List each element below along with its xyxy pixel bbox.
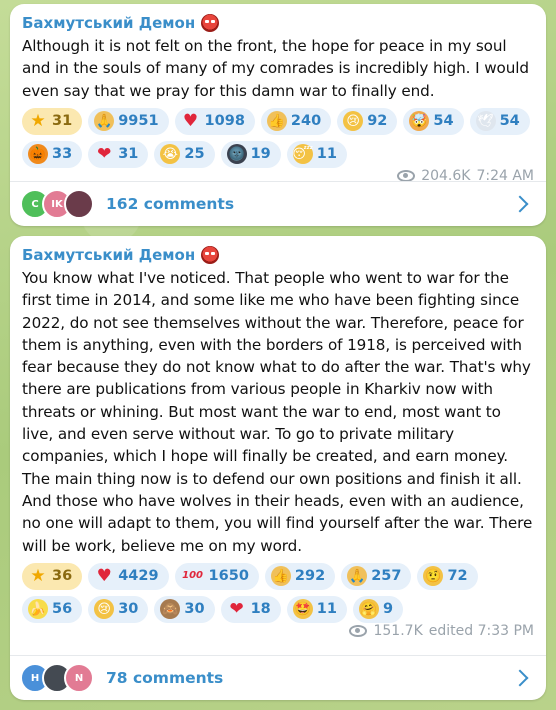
- reaction-chip[interactable]: ★ 36: [22, 562, 83, 590]
- reactions-bar: ★ 36 ♥ 4429 100 1650 👍 292 🙏 257 🤨 72 🍌 56 😢 30 🙈 30 ❤ 18 🤩 1…: [22, 562, 534, 623]
- post-text: Although it is not felt on the front, th…: [22, 37, 529, 100]
- exploding-head-icon: 🤯: [409, 111, 430, 132]
- reaction-chip[interactable]: 😭 25: [154, 140, 215, 168]
- thumbs-up-icon: 👍: [266, 111, 287, 132]
- red-heart-icon: ♥: [182, 110, 199, 131]
- reaction-count: 54: [433, 113, 454, 130]
- reaction-chip[interactable]: 🙏 257: [341, 562, 412, 590]
- channel-post: Бахмутський Демон Although it is not fel…: [10, 4, 546, 226]
- star-struck-icon: 🤩: [292, 599, 313, 620]
- commenter-avatars: C IK: [20, 189, 94, 219]
- loudly-crying-face-icon: 😭: [160, 144, 181, 165]
- reaction-chip[interactable]: ❤ 18: [220, 595, 281, 623]
- reaction-count: 1098: [204, 113, 245, 130]
- new-moon-face-icon: 🌚: [226, 144, 247, 165]
- chevron-right-icon[interactable]: [511, 669, 529, 687]
- reaction-chip[interactable]: 🍌 56: [22, 595, 83, 623]
- reaction-chip[interactable]: ❤ 31: [88, 140, 149, 168]
- reaction-chip[interactable]: 😢 30: [88, 595, 149, 623]
- reaction-count: 25: [184, 146, 205, 163]
- reaction-chip[interactable]: 🌚 19: [220, 140, 281, 168]
- thumbs-up-icon: 👍: [270, 566, 291, 587]
- reaction-chip[interactable]: 🙏 9951: [88, 107, 169, 135]
- reaction-chip[interactable]: 🤩 11: [286, 595, 347, 623]
- sleeping-face-icon: 😴: [292, 144, 313, 165]
- star-icon: ★: [30, 110, 46, 131]
- channel-post: Бахмутський Демон You know what I've not…: [10, 236, 546, 700]
- comments-button[interactable]: HN 78 comments: [10, 655, 546, 700]
- chevron-right-icon[interactable]: [511, 195, 529, 213]
- reaction-chip[interactable]: ★ 31: [22, 107, 83, 135]
- red-heart-icon: ♥: [96, 565, 112, 586]
- reaction-chip[interactable]: ♥ 4429: [88, 562, 169, 590]
- reaction-chip[interactable]: 😢 92: [337, 107, 398, 135]
- reaction-count: 4429: [118, 568, 159, 585]
- views-count: 151.7K: [373, 622, 423, 639]
- crying-face-icon: 😢: [94, 599, 115, 620]
- reaction-chip[interactable]: 👍 240: [260, 107, 332, 135]
- eye-icon: [349, 624, 368, 637]
- post-author[interactable]: Бахмутський Демон: [22, 244, 534, 266]
- folded-hands-icon: 🙏: [94, 111, 115, 132]
- star-icon: ★: [30, 565, 46, 586]
- reaction-chip[interactable]: 🙈 30: [154, 595, 215, 623]
- reaction-count: 240: [290, 113, 322, 130]
- crying-face-icon: 😢: [343, 111, 364, 132]
- reaction-count: 11: [316, 601, 337, 618]
- reaction-count: 11: [316, 146, 337, 163]
- reaction-chip[interactable]: 100 1650: [174, 562, 259, 590]
- reaction-count: 56: [52, 601, 73, 618]
- post-time: edited 7:33 PM: [428, 622, 534, 639]
- jack-o-lantern-icon: 🎃: [28, 144, 48, 165]
- reaction-chip[interactable]: 🤯 54: [403, 107, 464, 135]
- demon-mask-icon: [201, 14, 220, 32]
- reaction-chip[interactable]: 🤗 9: [352, 595, 404, 623]
- post-meta: 151.7K edited 7:33 PM: [349, 623, 534, 639]
- face-with-raised-eyebrow-icon: 🤨: [423, 566, 444, 587]
- reaction-count: 19: [250, 146, 271, 163]
- hugging-face-icon: 🤗: [358, 599, 379, 620]
- reaction-chip[interactable]: 👍 292: [264, 562, 336, 590]
- reaction-count: 36: [52, 568, 73, 585]
- reaction-count: 1650: [208, 568, 249, 585]
- reaction-count: 54: [499, 113, 520, 130]
- reaction-count: 30: [184, 601, 205, 618]
- reactions-bar: ★ 31 🙏 9951 ♥ 1098 👍 240 😢 92 🤯 54 🕊 54 🎃 33 ❤ 31 😭 25 🌚 19 😴 1…: [22, 107, 534, 168]
- see-no-evil-monkey-icon: 🙈: [160, 599, 181, 620]
- comments-button[interactable]: C IK 162 comments: [10, 181, 546, 226]
- avatar: N: [64, 663, 94, 693]
- reaction-count: 30: [118, 601, 139, 618]
- reaction-count: 257: [371, 568, 402, 585]
- comments-count[interactable]: 78 comments: [106, 669, 514, 687]
- heart-on-fire-icon: ❤: [229, 598, 244, 619]
- author-name[interactable]: Бахмутський Демон: [22, 246, 195, 264]
- reaction-chip[interactable]: 🕊 54: [469, 107, 530, 135]
- reaction-count: 72: [447, 568, 468, 585]
- banana-icon: 🍌: [28, 599, 48, 620]
- reaction-count: 9: [382, 601, 394, 618]
- post-author[interactable]: Бахмутський Демон: [22, 12, 534, 34]
- reaction-count: 31: [118, 146, 139, 163]
- demon-mask-icon: [201, 246, 220, 264]
- reaction-count: 18: [250, 601, 271, 618]
- hundred-points-icon: 100: [182, 570, 203, 582]
- reaction-count: 33: [52, 146, 73, 163]
- author-name[interactable]: Бахмутський Демон: [22, 14, 195, 32]
- comments-count[interactable]: 162 comments: [106, 195, 514, 213]
- avatar: [64, 189, 94, 219]
- reaction-chip[interactable]: 🤨 72: [417, 562, 478, 590]
- reaction-count: 9951: [118, 113, 159, 130]
- commenter-avatars: HN: [20, 663, 94, 693]
- reaction-count: 292: [294, 568, 326, 585]
- reaction-chip[interactable]: 🎃 33: [22, 140, 83, 168]
- heart-on-fire-icon: ❤: [97, 143, 112, 164]
- reaction-count: 31: [52, 113, 73, 130]
- reaction-count: 92: [367, 113, 388, 130]
- folded-hands-icon: 🙏: [347, 566, 368, 587]
- dove-icon: 🕊: [475, 111, 496, 132]
- post-text: You know what I've noticed. That people …: [22, 269, 533, 555]
- reaction-chip[interactable]: ♥ 1098: [174, 107, 255, 135]
- reaction-chip[interactable]: 😴 11: [286, 140, 347, 168]
